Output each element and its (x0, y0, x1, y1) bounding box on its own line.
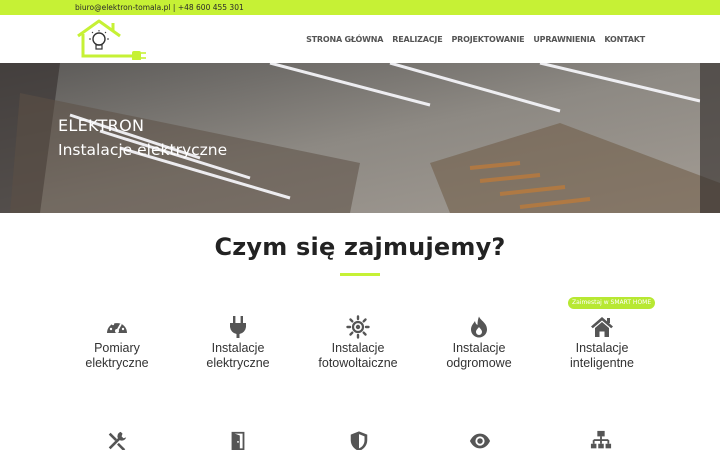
sun-icon (346, 315, 370, 339)
phone-link[interactable]: +48 600 455 301 (178, 3, 244, 12)
contact-separator: | (170, 3, 178, 12)
top-contact-bar: biuro@elektron-tomala.pl | +48 600 455 3… (0, 0, 720, 15)
door-icon[interactable] (227, 430, 249, 450)
flame-icon (471, 316, 487, 338)
service-inteligentne[interactable]: Instalacje inteligentne (542, 315, 662, 371)
logo-house-bulb-icon[interactable] (75, 18, 149, 60)
hero-interior-image (0, 63, 720, 213)
service-odgromowe[interactable]: Instalacje odgromowe (419, 315, 539, 371)
hero-subtitle: Instalacje elektryczne (58, 141, 228, 159)
home-icon (591, 317, 613, 337)
nav-item-uprawnienia[interactable]: UPRAWNIENIA (533, 35, 595, 44)
gauge-icon (107, 320, 127, 333)
email-link[interactable]: biuro@elektron-tomala.pl (75, 3, 171, 12)
shield-icon[interactable] (348, 430, 370, 450)
network-icon[interactable] (590, 430, 612, 450)
service-label: Instalacje fotowoltaiczne (318, 341, 398, 370)
section-title: Czym się zajmujemy? (214, 233, 506, 261)
hero-title: ELEKTRON (58, 116, 145, 135)
smart-home-badge[interactable]: Zaimestaj w SMART HOME (568, 297, 656, 309)
service-label: Instalacje inteligentne (570, 341, 634, 370)
service-label: Instalacje odgromowe (446, 341, 512, 370)
service-instalacje-elektryczne[interactable]: Instalacje elektryczne (178, 315, 298, 371)
nav-item-home[interactable]: STRONA GŁÓWNA (306, 35, 383, 44)
service-pomiary[interactable]: Pomiary elektryczne (57, 315, 177, 371)
site-header: STRONA GŁÓWNA REALIZACJE PROJEKTOWANIE U… (0, 15, 720, 63)
nav-item-realizacje[interactable]: REALIZACJE (392, 35, 442, 44)
eye-icon[interactable] (469, 430, 491, 450)
tools-icon[interactable] (106, 430, 128, 450)
nav-item-kontakt[interactable]: KONTAKT (604, 35, 645, 44)
hero-banner: ELEKTRON Instalacje elektryczne (0, 63, 720, 213)
plug-icon (230, 316, 246, 338)
service-label: Instalacje elektryczne (206, 341, 270, 370)
service-label: Pomiary elektryczne (85, 341, 149, 370)
main-nav: STRONA GŁÓWNA REALIZACJE PROJEKTOWANIE U… (306, 15, 645, 63)
nav-item-projektowanie[interactable]: PROJEKTOWANIE (451, 35, 524, 44)
service-fotowoltaiczne[interactable]: Instalacje fotowoltaiczne (298, 315, 418, 371)
section-title-underline (340, 273, 380, 276)
